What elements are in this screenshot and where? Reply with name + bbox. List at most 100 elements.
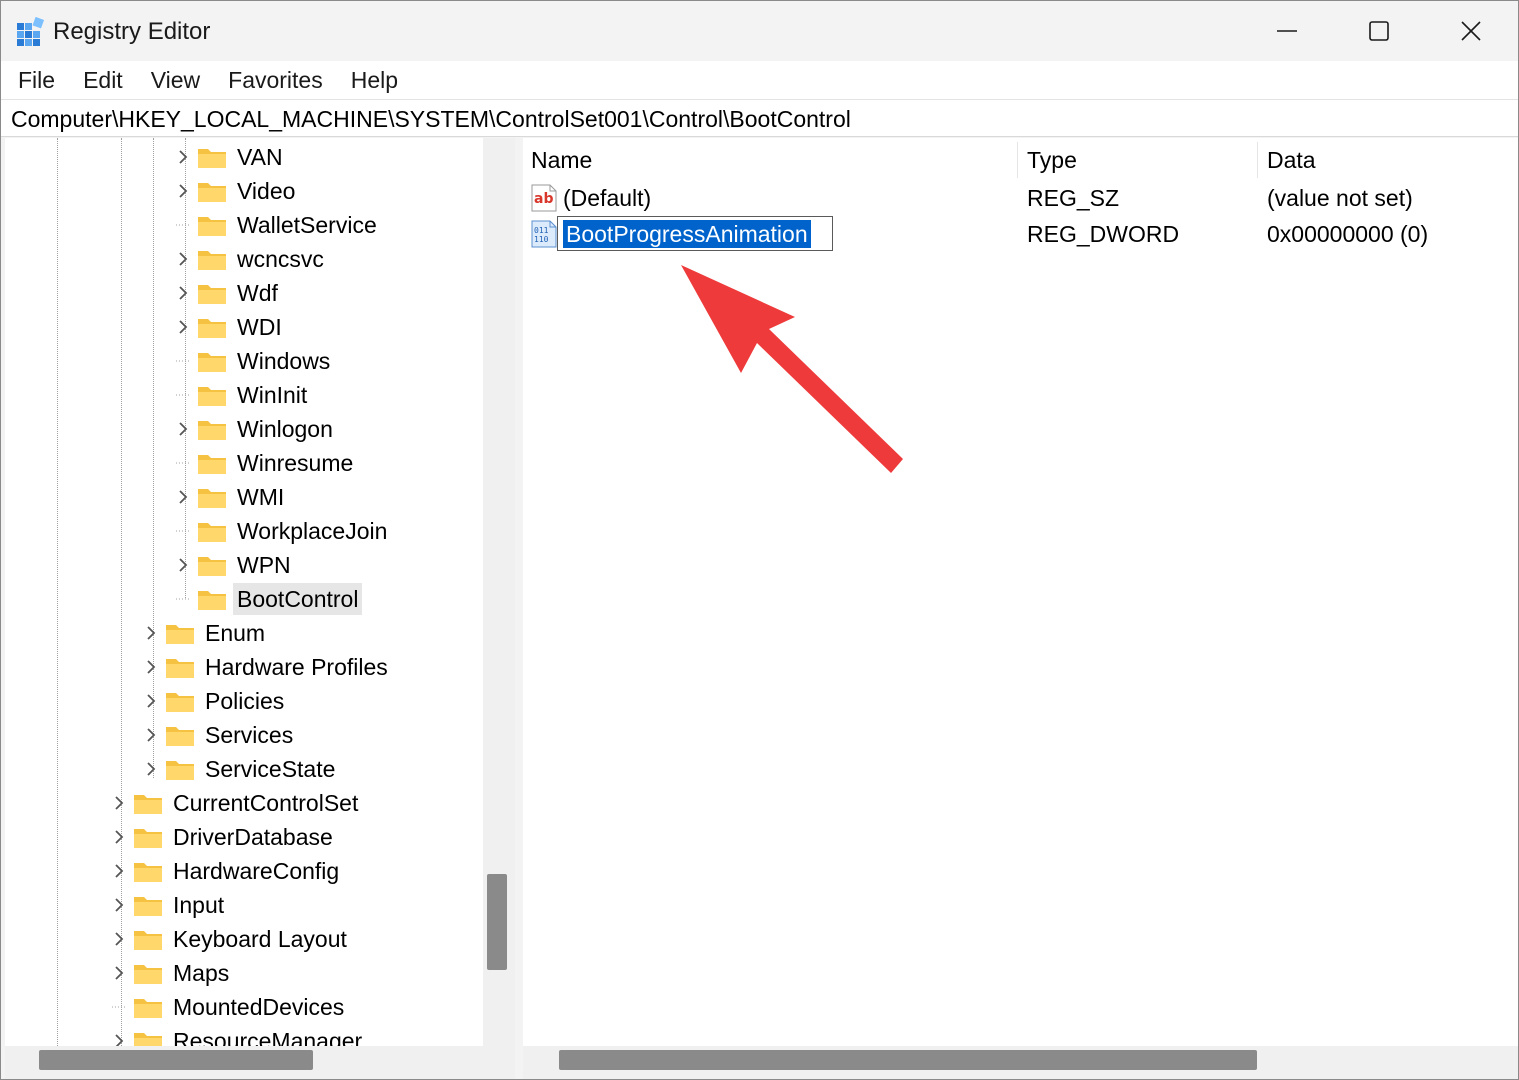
chevron-right-icon[interactable]	[109, 820, 129, 854]
tree-item[interactable]: Policies	[141, 684, 288, 718]
tree-item[interactable]: Enum	[141, 616, 269, 650]
tree-item[interactable]: Winlogon	[173, 412, 337, 446]
folder-icon	[165, 723, 195, 747]
chevron-right-icon[interactable]	[173, 174, 193, 208]
tree-item-label: WorkplaceJoin	[237, 518, 388, 544]
menu-edit[interactable]: Edit	[69, 61, 137, 99]
tree-item[interactable]: VAN	[173, 140, 287, 174]
tree-item-label: Enum	[205, 620, 266, 646]
tree-item[interactable]: Keyboard Layout	[109, 922, 351, 956]
tree-item[interactable]: Wdf	[173, 276, 282, 310]
tree-item[interactable]: Services	[141, 718, 297, 752]
value-name: (Default)	[563, 185, 652, 211]
menu-file[interactable]: File	[1, 61, 69, 99]
tree-horizontal-scroll-thumb[interactable]	[39, 1050, 313, 1070]
tree-item[interactable]: ServiceState	[141, 752, 339, 786]
tree-item[interactable]: MountedDevices	[109, 990, 348, 1024]
rename-input-text[interactable]: BootProgressAnimation	[563, 220, 811, 248]
binary-value-icon: 011 110	[531, 220, 557, 248]
chevron-right-icon[interactable]	[141, 684, 161, 718]
tree-item-label: WalletService	[237, 212, 377, 238]
tree-item-label: wcncsvc	[237, 246, 324, 272]
tree-vertical-scroll-thumb[interactable]	[487, 874, 507, 970]
pane-splitter[interactable]	[515, 138, 523, 1079]
folder-icon	[197, 349, 227, 373]
menu-bar: File Edit View Favorites Help	[1, 61, 1518, 99]
tree-connector	[173, 344, 193, 378]
tree-connector	[173, 446, 193, 480]
tree-item-label: Video	[237, 178, 296, 204]
tree-item[interactable]: WalletService	[173, 208, 381, 242]
folder-icon	[197, 417, 227, 441]
tree-connector	[173, 582, 193, 616]
close-icon	[1461, 21, 1481, 41]
minimize-button[interactable]	[1241, 1, 1333, 61]
tree-item[interactable]: BootControl	[173, 582, 363, 616]
chevron-right-icon[interactable]	[109, 956, 129, 990]
folder-icon	[133, 961, 163, 985]
folder-icon	[197, 179, 227, 203]
column-divider[interactable]	[1017, 142, 1018, 178]
tree-item[interactable]: Input	[109, 888, 228, 922]
menu-help[interactable]: Help	[337, 61, 412, 99]
chevron-right-icon[interactable]	[173, 276, 193, 310]
chevron-right-icon[interactable]	[109, 922, 129, 956]
tree-item[interactable]: Maps	[109, 956, 233, 990]
tree-item[interactable]: CurrentControlSet	[109, 786, 362, 820]
chevron-right-icon[interactable]	[141, 616, 161, 650]
tree-item-label: WDI	[237, 314, 282, 340]
registry-editor-window: Registry Editor File Edit View Favorites…	[0, 0, 1519, 1080]
chevron-right-icon[interactable]	[173, 140, 193, 174]
value-row[interactable]: 011 110 BootProgressAnimation REG_DWORD …	[523, 216, 1518, 252]
maximize-button[interactable]	[1333, 1, 1425, 61]
tree-item[interactable]: Winresume	[173, 446, 357, 480]
menu-favorites[interactable]: Favorites	[214, 61, 337, 99]
tree-item-label: Hardware Profiles	[205, 654, 388, 680]
address-bar[interactable]: Computer\HKEY_LOCAL_MACHINE\SYSTEM\Contr…	[1, 99, 1518, 137]
chevron-right-icon[interactable]	[173, 310, 193, 344]
values-horizontal-scroll-thumb[interactable]	[559, 1050, 1257, 1070]
tree-item[interactable]: Video	[173, 174, 299, 208]
folder-icon	[197, 485, 227, 509]
chevron-right-icon[interactable]	[141, 718, 161, 752]
rename-edit-box[interactable]: BootProgressAnimation	[557, 216, 833, 251]
key-tree-pane[interactable]: VAN Video WalletService wcncsvc Wdf WDI Window…	[5, 138, 515, 1079]
chevron-right-icon[interactable]	[141, 650, 161, 684]
tree-item[interactable]: wcncsvc	[173, 242, 328, 276]
string-value-icon: ab	[531, 184, 557, 212]
title-bar[interactable]: Registry Editor	[1, 1, 1518, 61]
column-header-type[interactable]: Type	[1019, 142, 1257, 178]
registry-editor-icon	[17, 17, 45, 46]
chevron-right-icon[interactable]	[173, 242, 193, 276]
tree-item[interactable]: WinInit	[173, 378, 311, 412]
folder-icon	[133, 893, 163, 917]
chevron-right-icon[interactable]	[141, 752, 161, 786]
menu-view[interactable]: View	[137, 61, 214, 99]
tree-item[interactable]: WDI	[173, 310, 286, 344]
chevron-right-icon[interactable]	[109, 888, 129, 922]
tree-item-label: WPN	[237, 552, 291, 578]
tree-connector	[173, 208, 193, 242]
chevron-right-icon[interactable]	[173, 548, 193, 582]
tree-item-label: Policies	[205, 688, 285, 714]
tree-item[interactable]: WMI	[173, 480, 288, 514]
close-button[interactable]	[1425, 1, 1517, 61]
chevron-right-icon[interactable]	[109, 786, 129, 820]
tree-item[interactable]: DriverDatabase	[109, 820, 337, 854]
value-data: 0x00000000 (0)	[1267, 221, 1429, 247]
tree-item[interactable]: Windows	[173, 344, 334, 378]
tree-item[interactable]: HardwareConfig	[109, 854, 343, 888]
svg-text:011: 011	[534, 226, 549, 235]
tree-guide-line	[57, 138, 58, 1046]
address-path[interactable]: Computer\HKEY_LOCAL_MACHINE\SYSTEM\Contr…	[11, 104, 851, 134]
column-header-name[interactable]: Name	[523, 142, 1017, 178]
chevron-right-icon[interactable]	[173, 480, 193, 514]
value-row[interactable]: ab (Default) REG_SZ (value not set)	[523, 180, 1518, 216]
tree-item[interactable]: Hardware Profiles	[141, 650, 392, 684]
column-header-data[interactable]: Data	[1259, 142, 1509, 178]
chevron-right-icon[interactable]	[173, 412, 193, 446]
column-divider[interactable]	[1257, 142, 1258, 178]
chevron-right-icon[interactable]	[109, 854, 129, 888]
tree-item[interactable]: WorkplaceJoin	[173, 514, 391, 548]
tree-item[interactable]: WPN	[173, 548, 295, 582]
